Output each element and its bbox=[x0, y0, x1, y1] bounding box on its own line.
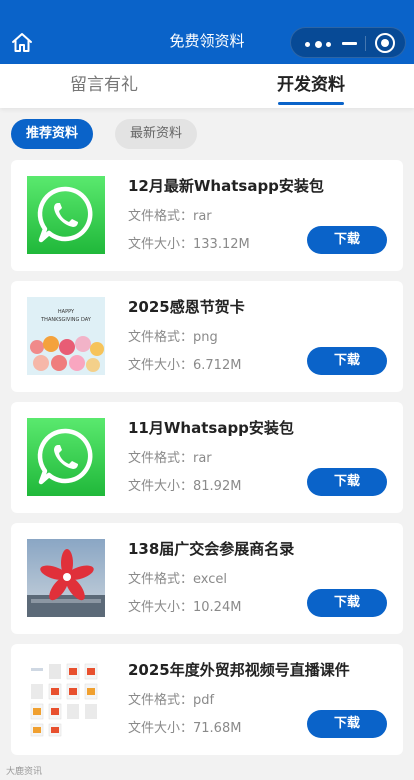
item-size: 文件大小：71.68M bbox=[128, 721, 242, 736]
download-button[interactable]: 下载 bbox=[307, 710, 387, 738]
item-title: 12月最新Whatsapp安装包 bbox=[128, 177, 324, 195]
item-format: 文件格式：rar bbox=[128, 209, 212, 224]
svg-text:THANKSGIVING DAY: THANKSGIVING DAY bbox=[40, 317, 92, 323]
item-size: 文件大小：6.712M bbox=[128, 358, 242, 373]
capsule-divider bbox=[365, 36, 366, 51]
download-button[interactable]: 下载 bbox=[307, 226, 387, 254]
download-button[interactable]: 下载 bbox=[307, 468, 387, 496]
more-icon[interactable] bbox=[305, 40, 331, 48]
list-item[interactable]: 11月Whatsapp安装包 文件格式：rar 文件大小：81.92M 下载 bbox=[11, 402, 403, 513]
item-size: 文件大小：81.92M bbox=[128, 479, 242, 494]
minimize-icon[interactable] bbox=[342, 42, 357, 45]
download-button[interactable]: 下载 bbox=[307, 347, 387, 375]
item-title: 2025感恩节贺卡 bbox=[128, 298, 245, 316]
item-title: 138届广交会参展商名录 bbox=[128, 540, 295, 558]
item-size: 文件大小：10.24M bbox=[128, 600, 242, 615]
item-format: 文件格式：pdf bbox=[128, 693, 215, 708]
list-item[interactable]: HAPPY THANKSGIVING DAY 2025感恩节贺卡 文件格式：pn… bbox=[11, 281, 403, 392]
tab-dev-resources[interactable]: 开发资料 bbox=[277, 74, 345, 96]
item-format: 文件格式：excel bbox=[128, 572, 227, 587]
item-format: 文件格式：png bbox=[128, 330, 218, 345]
download-button[interactable]: 下载 bbox=[307, 589, 387, 617]
svg-text:HAPPY: HAPPY bbox=[58, 309, 75, 315]
canton-fair-image bbox=[27, 539, 105, 617]
mini-program-capsule bbox=[290, 27, 406, 58]
subtab-recommended[interactable]: 推荐资料 bbox=[11, 119, 93, 149]
tab-message-gift[interactable]: 留言有礼 bbox=[70, 74, 138, 96]
thanksgiving-card-image: HAPPY THANKSGIVING DAY bbox=[27, 297, 105, 375]
active-tab-indicator bbox=[278, 102, 344, 105]
list-item[interactable]: 138届广交会参展商名录 文件格式：excel 文件大小：10.24M 下载 bbox=[11, 523, 403, 634]
whatsapp-logo bbox=[27, 176, 105, 254]
whatsapp-logo bbox=[27, 418, 105, 496]
subtab-latest[interactable]: 最新资料 bbox=[115, 119, 197, 149]
top-bar: 免费领资料 bbox=[0, 0, 414, 64]
item-size: 文件大小：133.12M bbox=[128, 237, 250, 252]
main-tabs: 留言有礼 开发资料 bbox=[0, 64, 414, 108]
pdf-files-image bbox=[27, 660, 105, 738]
list-item[interactable]: 2025年度外贸邦视频号直播课件 文件格式：pdf 文件大小：71.68M 下载 bbox=[11, 644, 403, 755]
item-title: 11月Whatsapp安装包 bbox=[128, 419, 294, 437]
sub-tabs: 推荐资料 最新资料 bbox=[0, 108, 414, 160]
item-title: 2025年度外贸邦视频号直播课件 bbox=[128, 661, 350, 679]
list-item[interactable]: 12月最新Whatsapp安装包 文件格式：rar 文件大小：133.12M 下… bbox=[11, 160, 403, 271]
close-icon[interactable] bbox=[375, 33, 395, 53]
watermark: 大鹿资讯 bbox=[6, 767, 43, 777]
item-format: 文件格式：rar bbox=[128, 451, 212, 466]
